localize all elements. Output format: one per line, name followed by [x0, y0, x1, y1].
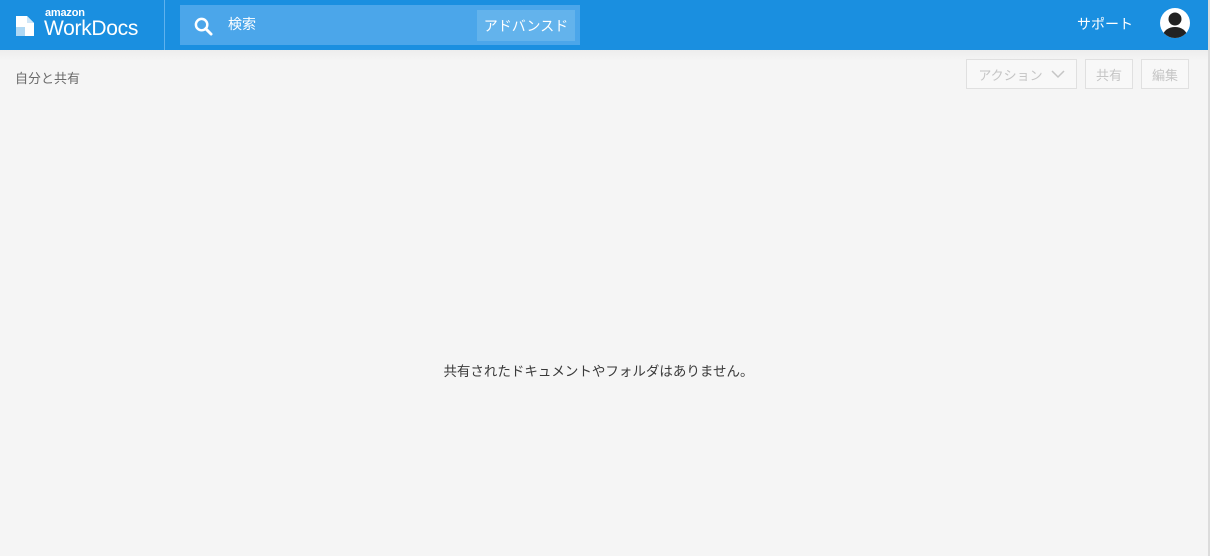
- logo-product-name: WorkDocs: [44, 17, 139, 40]
- search-bar: アドバンスド: [180, 5, 580, 45]
- edit-button[interactable]: 編集: [1141, 59, 1189, 89]
- top-navigation-bar: amazon WorkDocs アドバンスド サポート: [0, 0, 1210, 50]
- workdocs-logo-icon: [16, 16, 34, 36]
- search-icon[interactable]: [194, 17, 213, 36]
- breadcrumb[interactable]: 自分と共有: [15, 68, 80, 87]
- support-link[interactable]: サポート: [1077, 14, 1133, 34]
- actions-label: アクション: [978, 68, 1043, 84]
- workdocs-logo[interactable]: amazon WorkDocs: [0, 0, 165, 50]
- user-avatar[interactable]: [1160, 8, 1190, 38]
- actions-dropdown-button[interactable]: アクション: [966, 59, 1077, 89]
- chevron-down-icon: [1051, 69, 1065, 78]
- search-input[interactable]: [228, 5, 468, 45]
- empty-state-message: 共有されたドキュメントやフォルダはありません。: [443, 364, 754, 380]
- advanced-search-button[interactable]: アドバンスド: [477, 10, 575, 41]
- content-toolbar: 自分と共有 アクション 共有 編集: [0, 50, 1210, 100]
- share-button[interactable]: 共有: [1085, 59, 1133, 89]
- user-avatar-icon: [1163, 12, 1187, 38]
